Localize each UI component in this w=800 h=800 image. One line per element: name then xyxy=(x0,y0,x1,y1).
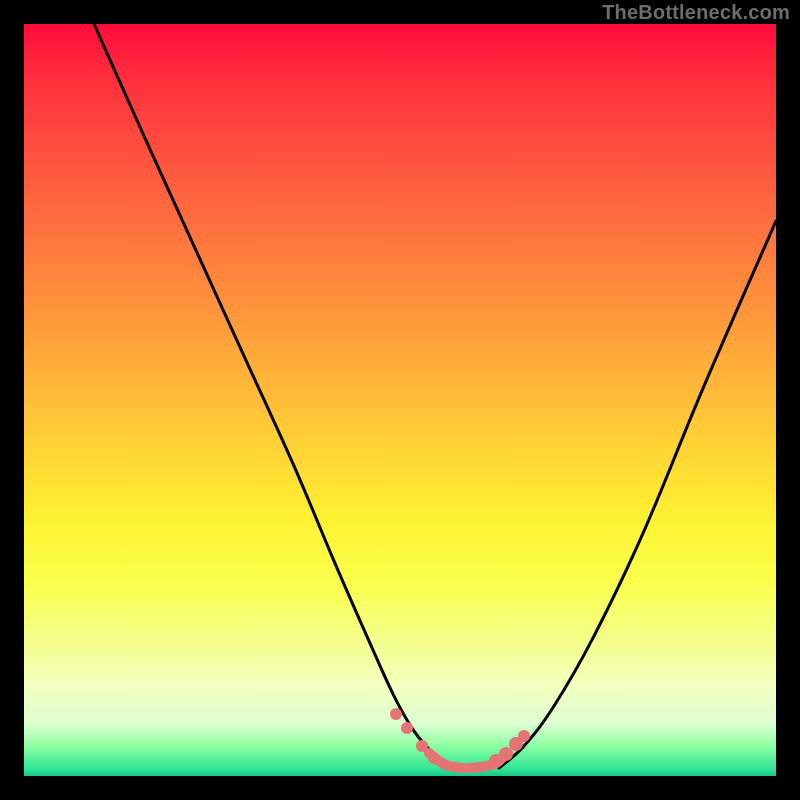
marker-dot xyxy=(416,740,428,752)
marker-dot xyxy=(499,747,513,761)
left-curve xyxy=(94,24,454,768)
marker-dot xyxy=(401,722,413,734)
markers-group xyxy=(390,708,530,768)
marker-dot xyxy=(518,730,530,742)
plot-area xyxy=(24,24,776,776)
right-curve xyxy=(499,221,776,768)
chart-svg xyxy=(24,24,776,776)
chart-frame: TheBottleneck.com xyxy=(0,0,800,800)
marker-dot xyxy=(428,752,440,764)
watermark-text: TheBottleneck.com xyxy=(602,2,790,25)
marker-dot xyxy=(390,708,402,720)
